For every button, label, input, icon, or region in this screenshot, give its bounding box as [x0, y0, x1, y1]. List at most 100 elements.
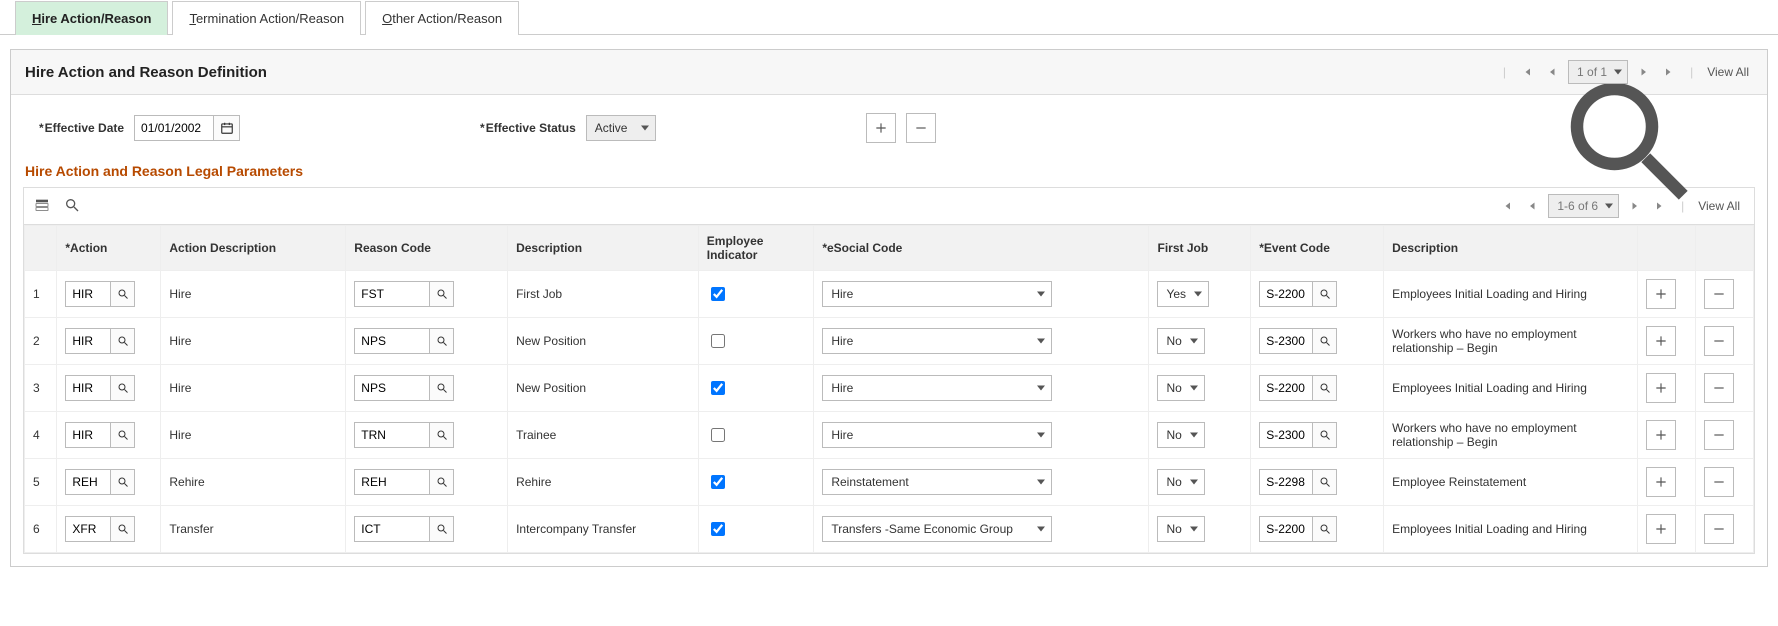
delete-row-button[interactable]	[1704, 420, 1734, 450]
lookup-icon[interactable]	[430, 516, 454, 542]
col-desc[interactable]: Description	[508, 226, 699, 271]
last-page-icon[interactable]	[1660, 62, 1680, 82]
add-header-row-button[interactable]	[866, 113, 896, 143]
first-job-select[interactable]: No	[1157, 422, 1204, 448]
reason-input[interactable]	[354, 328, 430, 354]
lookup-icon[interactable]	[111, 375, 135, 401]
reason-input[interactable]	[354, 422, 430, 448]
col-action-desc[interactable]: Action Description	[161, 226, 346, 271]
esocial-select[interactable]: Hire	[822, 281, 1052, 307]
grid-prev-page-icon[interactable]	[1522, 196, 1542, 216]
action-input[interactable]	[65, 375, 111, 401]
lookup-icon[interactable]	[1313, 375, 1337, 401]
col-first-job[interactable]: First Job	[1149, 226, 1251, 271]
grid-view-all-link[interactable]: View All	[1694, 199, 1744, 213]
event-code-input[interactable]	[1259, 516, 1313, 542]
esocial-select[interactable]: Transfers -Same Economic Group	[822, 516, 1052, 542]
col-emp-ind[interactable]: Employee Indicator	[698, 226, 814, 271]
event-code-input[interactable]	[1259, 281, 1313, 307]
add-row-button[interactable]	[1646, 467, 1676, 497]
delete-row-button[interactable]	[1704, 373, 1734, 403]
action-input[interactable]	[65, 469, 111, 495]
next-page-icon[interactable]	[1634, 62, 1654, 82]
employee-indicator-checkbox[interactable]	[711, 428, 725, 442]
remove-header-row-button[interactable]	[906, 113, 936, 143]
lookup-icon[interactable]	[111, 422, 135, 448]
desc-cell: New Position	[508, 318, 699, 365]
lookup-icon[interactable]	[1313, 516, 1337, 542]
add-row-button[interactable]	[1646, 514, 1676, 544]
first-job-select[interactable]: No	[1157, 469, 1204, 495]
event-code-input[interactable]	[1259, 375, 1313, 401]
calendar-icon[interactable]	[214, 115, 240, 141]
grid-range-select[interactable]: 1-6 of 6	[1548, 194, 1619, 218]
event-code-input[interactable]	[1259, 422, 1313, 448]
esocial-select[interactable]: Hire	[822, 375, 1052, 401]
employee-indicator-checkbox[interactable]	[711, 287, 725, 301]
employee-indicator-checkbox[interactable]	[711, 522, 725, 536]
lookup-icon[interactable]	[430, 422, 454, 448]
event-code-input[interactable]	[1259, 328, 1313, 354]
action-input[interactable]	[65, 516, 111, 542]
reason-input[interactable]	[354, 516, 430, 542]
effective-date-input[interactable]	[134, 115, 214, 141]
action-input[interactable]	[65, 328, 111, 354]
lookup-icon[interactable]	[111, 469, 135, 495]
grid-last-page-icon[interactable]	[1651, 196, 1671, 216]
lookup-icon[interactable]	[111, 328, 135, 354]
first-job-select[interactable]: Yes	[1157, 281, 1209, 307]
employee-indicator-checkbox[interactable]	[711, 475, 725, 489]
col-reason[interactable]: Reason Code	[346, 226, 508, 271]
event-code-input[interactable]	[1259, 469, 1313, 495]
action-input[interactable]	[65, 422, 111, 448]
grid-search-icon[interactable]	[64, 197, 80, 216]
add-row-button[interactable]	[1646, 326, 1676, 356]
esocial-select[interactable]: Reinstatement	[822, 469, 1052, 495]
tab-other-action[interactable]: Other Action/Reason	[365, 1, 519, 35]
lookup-icon[interactable]	[430, 281, 454, 307]
first-job-select[interactable]: No	[1157, 375, 1204, 401]
grid-settings-icon[interactable]	[34, 197, 50, 216]
lookup-icon[interactable]	[1313, 281, 1337, 307]
reason-input[interactable]	[354, 469, 430, 495]
lookup-icon[interactable]	[430, 375, 454, 401]
esocial-select[interactable]: Hire	[822, 422, 1052, 448]
first-page-icon[interactable]	[1516, 62, 1536, 82]
delete-row-button[interactable]	[1704, 279, 1734, 309]
col-action[interactable]: *Action	[57, 226, 161, 271]
action-input[interactable]	[65, 281, 111, 307]
lookup-icon[interactable]	[430, 469, 454, 495]
delete-row-button[interactable]	[1704, 467, 1734, 497]
add-row-button[interactable]	[1646, 420, 1676, 450]
grid-first-page-icon[interactable]	[1496, 196, 1516, 216]
employee-indicator-checkbox[interactable]	[711, 334, 725, 348]
lookup-icon[interactable]	[111, 516, 135, 542]
col-esocial[interactable]: *eSocial Code	[814, 226, 1149, 271]
first-job-select[interactable]: No	[1157, 328, 1204, 354]
delete-row-button[interactable]	[1704, 326, 1734, 356]
first-job-select[interactable]: No	[1157, 516, 1204, 542]
col-event-code[interactable]: *Event Code	[1251, 226, 1384, 271]
employee-indicator-checkbox[interactable]	[711, 381, 725, 395]
lookup-icon[interactable]	[1313, 328, 1337, 354]
col-event-desc[interactable]: Description	[1384, 226, 1638, 271]
effective-status-select[interactable]: Active	[586, 115, 656, 141]
lookup-icon[interactable]	[111, 281, 135, 307]
delete-row-button[interactable]	[1704, 514, 1734, 544]
view-all-link[interactable]: View All	[1703, 65, 1753, 79]
reason-input[interactable]	[354, 375, 430, 401]
esocial-select[interactable]: Hire	[822, 328, 1052, 354]
add-row-button[interactable]	[1646, 373, 1676, 403]
grid-pager: 1-6 of 6 | View All	[1496, 194, 1744, 218]
grid-next-page-icon[interactable]	[1625, 196, 1645, 216]
lookup-icon[interactable]	[1313, 422, 1337, 448]
prev-page-icon[interactable]	[1542, 62, 1562, 82]
tab-hire-action[interactable]: Hire Action/Reason	[15, 1, 168, 35]
search-icon[interactable]	[1477, 64, 1493, 80]
add-row-button[interactable]	[1646, 279, 1676, 309]
lookup-icon[interactable]	[430, 328, 454, 354]
reason-input[interactable]	[354, 281, 430, 307]
page-range-select[interactable]: 1 of 1	[1568, 60, 1628, 84]
tab-termination-action[interactable]: Termination Action/Reason	[172, 1, 361, 35]
lookup-icon[interactable]	[1313, 469, 1337, 495]
